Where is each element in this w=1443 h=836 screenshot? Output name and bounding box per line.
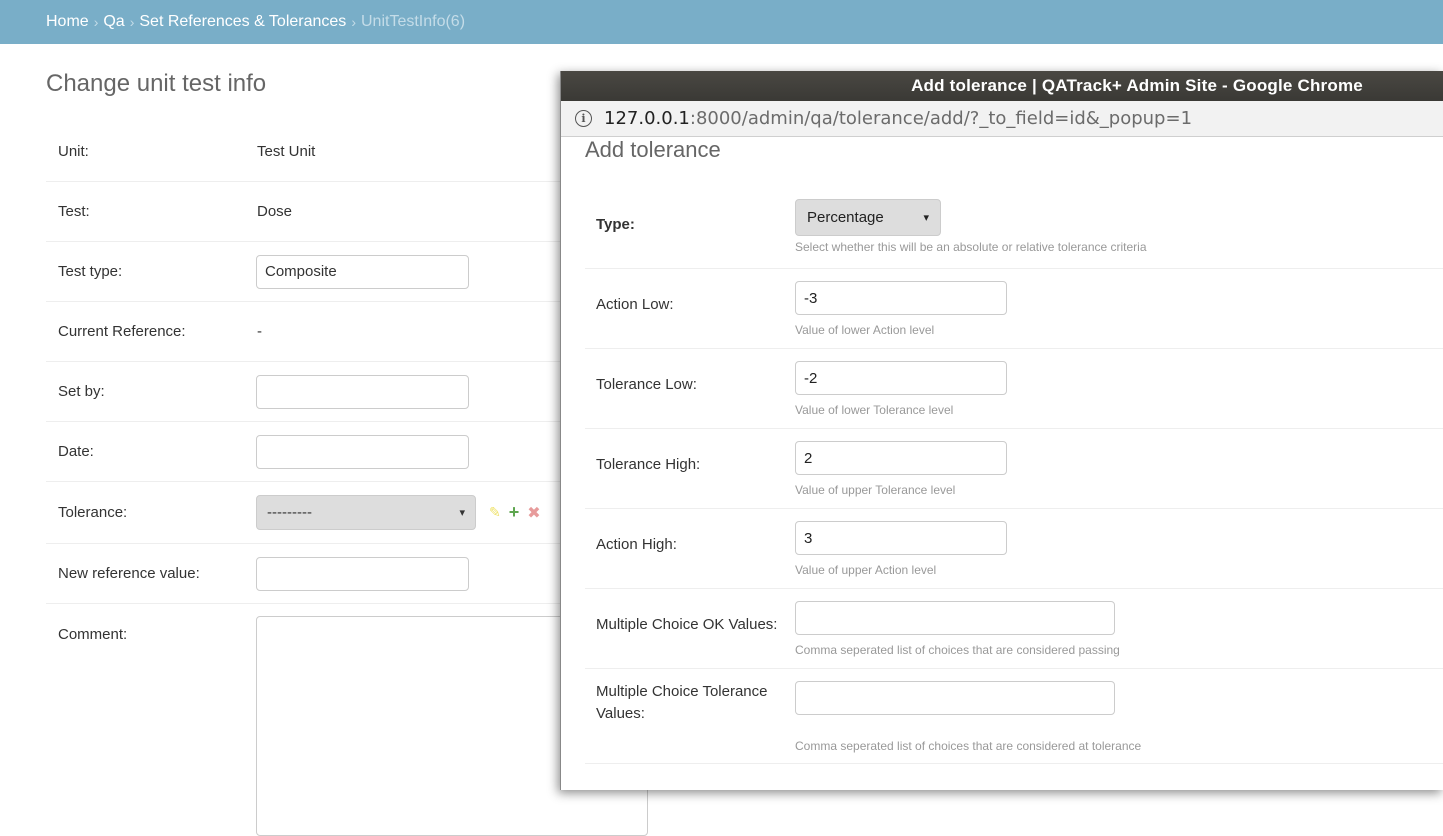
- window-titlebar[interactable]: Add tolerance | QATrack+ Admin Site - Go…: [561, 71, 1443, 101]
- new-reference-input[interactable]: [256, 556, 469, 591]
- info-icon[interactable]: i: [575, 110, 592, 127]
- breadcrumb: Home › Qa › Set References & Tolerances …: [0, 0, 1443, 44]
- action-high-row: Action High: 3 Value of upper Action lev…: [585, 509, 1443, 589]
- test-value: Dose: [257, 203, 293, 220]
- url-host: 127.0.0.1: [604, 108, 690, 129]
- mc-ok-label: Multiple Choice OK Values:: [596, 616, 778, 633]
- action-high-label: Action High:: [596, 536, 677, 553]
- mc-tolerance-help: Comma seperated list of choices that are…: [795, 739, 1142, 753]
- url-path: :8000/admin/qa/tolerance/add/?_to_field=…: [689, 108, 1193, 129]
- window-title: Add tolerance | QATrack+ Admin Site - Go…: [911, 76, 1363, 95]
- add-tolerance-popup-window: Add tolerance | QATrack+ Admin Site - Go…: [560, 71, 1443, 790]
- tolerance-high-label: Tolerance High:: [596, 456, 701, 473]
- breadcrumb-set-references[interactable]: Set References & Tolerances: [139, 13, 346, 31]
- mc-tolerance-input[interactable]: [795, 681, 1115, 715]
- tolerance-low-input[interactable]: -2: [795, 361, 1007, 395]
- type-row: Type: Percentage ▾ Select whether this w…: [585, 189, 1443, 269]
- mc-tolerance-row: Multiple Choice Tolerance Values: Comma …: [585, 669, 1443, 764]
- type-label: Type:: [596, 216, 635, 233]
- breadcrumb-home[interactable]: Home: [46, 13, 89, 31]
- chevron-down-icon: ▾: [923, 212, 929, 224]
- new-reference-label: New reference value:: [58, 565, 200, 582]
- unit-value: Test Unit: [257, 143, 316, 160]
- set-by-label: Set by:: [58, 383, 105, 400]
- unit-label: Unit:: [58, 143, 89, 160]
- mc-tolerance-label: Multiple Choice Tolerance Values:: [596, 683, 768, 722]
- related-actions: ✎ + ✖: [489, 502, 541, 523]
- mc-ok-input[interactable]: [795, 601, 1115, 635]
- action-low-input[interactable]: -3: [795, 281, 1007, 315]
- test-label: Test:: [58, 203, 90, 220]
- popup-page-title: Add tolerance: [585, 137, 721, 162]
- mc-ok-help: Comma seperated list of choices that are…: [795, 643, 1120, 657]
- tolerance-low-help: Value of lower Tolerance level: [795, 403, 954, 417]
- tolerance-high-input[interactable]: 2: [795, 441, 1007, 475]
- breadcrumb-separator: ›: [351, 14, 356, 30]
- breadcrumb-current: UnitTestInfo(6): [360, 13, 466, 30]
- type-selected: Percentage: [807, 209, 884, 226]
- plus-icon[interactable]: +: [509, 502, 520, 523]
- page-title: Change unit test info: [46, 70, 267, 97]
- current-reference-label: Current Reference:: [58, 323, 186, 340]
- add-tolerance-form: Type: Percentage ▾ Select whether this w…: [585, 189, 1443, 764]
- action-low-row: Action Low: -3 Value of lower Action lev…: [585, 269, 1443, 349]
- mc-ok-row: Multiple Choice OK Values: Comma seperat…: [585, 589, 1443, 669]
- action-low-label: Action Low:: [596, 296, 674, 313]
- date-input[interactable]: [256, 434, 469, 469]
- breadcrumb-separator: ›: [93, 14, 99, 30]
- pencil-icon[interactable]: ✎: [489, 504, 501, 521]
- date-label: Date:: [58, 443, 94, 460]
- chevron-down-icon: ▾: [459, 507, 465, 519]
- delete-icon[interactable]: ✖: [527, 503, 540, 523]
- test-type-input[interactable]: [256, 254, 469, 289]
- action-low-help: Value of lower Action level: [795, 323, 935, 337]
- current-reference-value: -: [257, 323, 262, 340]
- breadcrumb-qa[interactable]: Qa: [103, 13, 124, 31]
- tolerance-selected: ---------: [267, 504, 312, 521]
- tolerance-low-row: Tolerance Low: -2 Value of lower Toleran…: [585, 349, 1443, 429]
- address-bar[interactable]: i 127.0.0.1 :8000/admin/qa/tolerance/add…: [561, 101, 1443, 137]
- tolerance-label: Tolerance:: [58, 504, 128, 521]
- type-select[interactable]: Percentage ▾: [795, 199, 941, 236]
- tolerance-high-help: Value of upper Tolerance level: [795, 483, 956, 497]
- tolerance-low-label: Tolerance Low:: [596, 376, 697, 393]
- set-by-input[interactable]: [256, 374, 469, 409]
- action-high-help: Value of upper Action level: [795, 563, 937, 577]
- breadcrumb-separator: ›: [129, 14, 135, 30]
- test-type-label: Test type:: [58, 263, 123, 280]
- type-help: Select whether this will be an absolute …: [795, 240, 1147, 254]
- action-high-input[interactable]: 3: [795, 521, 1007, 555]
- tolerance-high-row: Tolerance High: 2 Value of upper Toleran…: [585, 429, 1443, 509]
- tolerance-select[interactable]: --------- ▾: [256, 495, 476, 530]
- comment-label: Comment:: [58, 626, 128, 643]
